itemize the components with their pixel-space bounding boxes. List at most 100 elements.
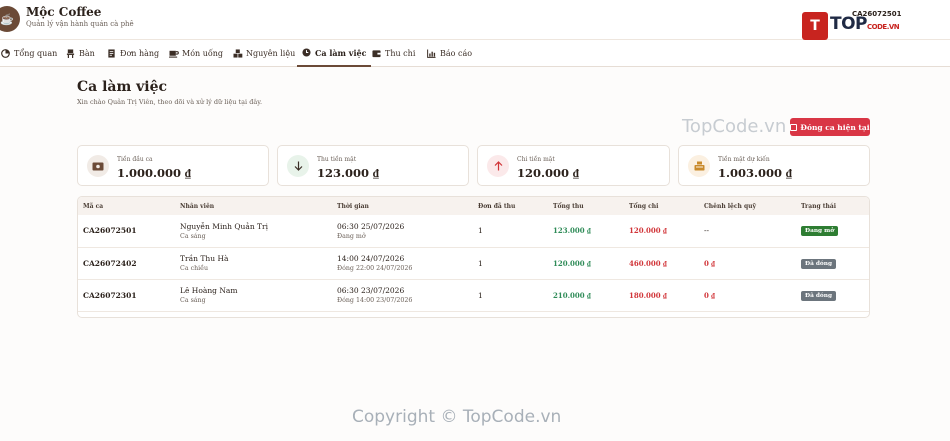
watermark-logo-icon: T	[802, 12, 828, 40]
nav-label: Tổng quan	[14, 49, 58, 58]
total-expense: 460.000 ₫	[629, 258, 667, 268]
column-header: Trạng thái	[801, 202, 837, 210]
total-expense: 180.000 ₫	[629, 290, 667, 300]
close-shift-button[interactable]: Đóng ca hiện tại	[790, 118, 870, 136]
bar-chart-icon	[427, 49, 436, 58]
nav-item-tables[interactable]: Bàn	[66, 40, 95, 67]
column-header: Thời gian	[337, 202, 369, 210]
table-row[interactable]: CA26072501 Nguyễn Minh Quản Trị Ca sáng 0…	[78, 215, 869, 247]
nav-label: Đơn hàng	[120, 49, 160, 58]
app-header: ☕ Mộc Coffee Quản lý vận hành quán cà ph…	[0, 0, 950, 40]
summary-card-cash-out: Chi tiền mặt 120.000 ₫	[477, 145, 670, 186]
column-header: Mã ca	[83, 202, 104, 210]
shift-name: Ca sáng	[180, 232, 206, 240]
page-subtitle: Xin chào Quản Trị Viên, theo dõi và xử l…	[77, 98, 263, 106]
status-cell: Đang mở	[796, 215, 869, 247]
shift-name: Ca chiều	[180, 265, 209, 272]
summary-label: Tiền mặt dự kiến	[718, 156, 770, 163]
receipt-icon	[107, 49, 116, 58]
cup-icon	[169, 49, 179, 58]
watermark-brand-top: TOP	[830, 14, 868, 34]
nav-label: Báo cáo	[440, 49, 473, 58]
summary-card-expected-cash: Tiền mặt dự kiến 1.003.000 ₫	[678, 145, 870, 186]
orders-count: 1	[478, 290, 483, 300]
table-row[interactable]: CA26072402 Trần Thu Hà Ca chiều 14:00 24/…	[78, 247, 869, 279]
column-header: Chênh lệch quỹ	[704, 202, 757, 210]
summary-label: Chi tiền mặt	[517, 156, 555, 163]
total-expense: 120.000 ₫	[629, 226, 667, 236]
orders-count: 1	[478, 258, 483, 268]
nav-label: Thu chi	[385, 49, 416, 58]
arrow-up-icon	[487, 155, 509, 177]
shift-code: CA26072402	[83, 258, 137, 268]
table-header-row: Mã ca Nhân viên Thời gian Đơn đã thu Tổn…	[78, 197, 869, 215]
summary-value: 120.000 ₫	[517, 166, 579, 180]
staff-name: Trần Thu Hà	[180, 254, 229, 263]
wallet-icon	[372, 49, 381, 58]
shift-code: CA26072501	[83, 226, 137, 236]
watermark-text: TopCode.vn	[682, 116, 787, 137]
cash-icon	[87, 155, 109, 177]
nav-label: Ca làm việc	[315, 47, 367, 58]
shift-code: CA26072301	[83, 290, 137, 300]
status-cell: Đã đóng	[796, 247, 869, 279]
staff-name: Lê Hoàng Nam	[180, 286, 238, 295]
shift-time: 14:00 24/07/2026	[337, 254, 405, 263]
column-header: Đơn đã thu	[478, 202, 516, 210]
summary-card-cash-in: Thu tiền mặt 123.000 ₫	[277, 145, 469, 186]
column-header: Tổng chi	[629, 202, 659, 210]
shift-time: 06:30 25/07/2026	[337, 221, 405, 231]
nav-label: Bàn	[79, 49, 95, 58]
arrow-down-icon	[287, 155, 309, 177]
shift-time-sub: Đóng 14:00 23/07/2026	[337, 297, 413, 304]
clock-icon	[302, 48, 311, 57]
nav-item-reports[interactable]: Báo cáo	[427, 40, 472, 67]
time-cell: 06:30 23/07/2026 Đóng 14:00 23/07/2026	[332, 279, 473, 311]
summary-label: Tiền đầu ca	[117, 156, 153, 163]
summary-value: 1.000.000 ₫	[117, 166, 191, 180]
chair-icon	[66, 49, 75, 58]
shift-time-sub: Đang mở	[337, 232, 366, 240]
summary-value: 1.003.000 ₫	[718, 166, 792, 180]
staff-name: Nguyễn Minh Quản Trị	[180, 221, 269, 231]
nav-item-orders[interactable]: Đơn hàng	[107, 40, 159, 67]
coffee-cup-icon[interactable]: ☕	[0, 6, 20, 32]
status-cell: Đã đóng	[796, 279, 869, 311]
nav-item-shifts[interactable]: Ca làm việc	[297, 40, 372, 67]
lock-icon	[790, 123, 798, 131]
nav-item-cashflow[interactable]: Thu chi	[372, 40, 415, 67]
close-shift-label: Đóng ca hiện tại	[800, 122, 870, 132]
nav-item-drinks[interactable]: Món uống	[169, 40, 223, 67]
total-income: 120.000 ₫	[553, 258, 591, 268]
watermark-brand-code: CODE.VN	[867, 23, 900, 31]
column-header: Nhân viên	[180, 202, 215, 210]
orders-count: 1	[478, 226, 483, 236]
status-badge: Đã đóng	[801, 258, 837, 269]
cash-difference: --	[704, 226, 710, 236]
nav-item-ingredients[interactable]: Nguyên liệu	[233, 40, 295, 67]
staff-cell: Trần Thu Hà Ca chiều	[175, 247, 332, 279]
copyright-watermark: Copyright © TopCode.vn	[352, 407, 562, 427]
pie-chart-icon	[1, 49, 10, 58]
shift-time-sub: Đóng 22:00 24/07/2026	[337, 265, 413, 272]
app-name: Mộc Coffee	[26, 5, 102, 19]
cash-difference: 0 ₫	[704, 258, 715, 268]
summary-label: Thu tiền mặt	[317, 156, 357, 163]
cash-difference: 0 ₫	[704, 290, 715, 300]
column-header: Tổng thu	[553, 202, 584, 210]
summary-card-opening-cash: Tiền đầu ca 1.000.000 ₫	[77, 145, 269, 186]
status-badge: Đã đóng	[801, 290, 837, 301]
nav-label: Nguyên liệu	[246, 49, 296, 58]
main-nav: Tổng quan Bàn Đơn hàng Món uống Nguyên l…	[0, 40, 950, 67]
total-income: 123.000 ₫	[553, 226, 591, 236]
table-row[interactable]: CA26072301 Lê Hoàng Nam Ca sáng 06:30 23/…	[78, 279, 869, 311]
nav-label: Món uống	[182, 49, 224, 58]
status-badge: Đang mở	[801, 226, 839, 237]
boxes-icon	[233, 49, 243, 58]
time-cell: 06:30 25/07/2026 Đang mở	[332, 215, 473, 247]
app-subtitle: Quản lý vận hành quán cà phê	[26, 20, 134, 28]
summary-value: 123.000 ₫	[317, 166, 379, 180]
nav-item-overview[interactable]: Tổng quan	[1, 40, 57, 67]
time-cell: 14:00 24/07/2026 Đóng 22:00 24/07/2026	[332, 247, 473, 279]
shift-name: Ca sáng	[180, 297, 206, 304]
